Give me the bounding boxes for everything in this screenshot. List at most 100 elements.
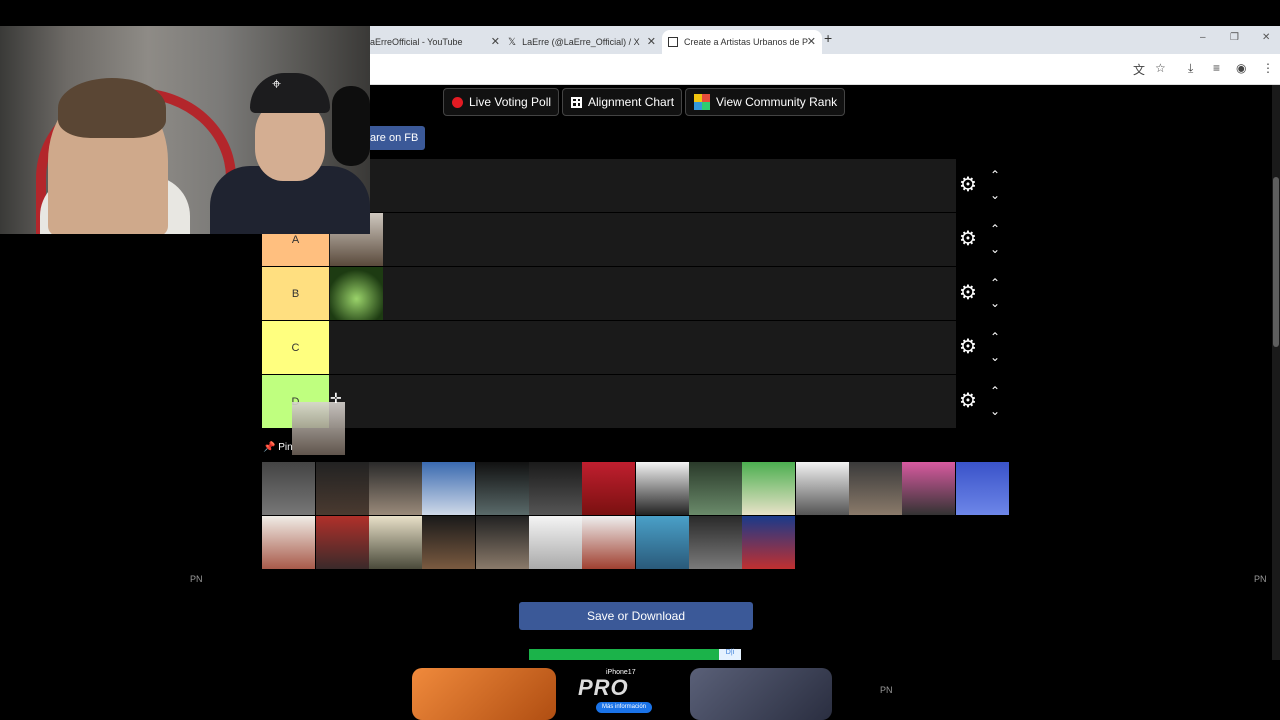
pn-label-ad: PN: [880, 685, 893, 695]
grid-icon: [571, 96, 582, 108]
tier-controls: ⚙ ⌃ ⌄: [956, 213, 1010, 266]
new-tab-button[interactable]: +: [824, 30, 832, 46]
tab-title: Create a Artistas Urbanos de P: [684, 37, 809, 47]
pool-thumbnail[interactable]: [849, 462, 902, 515]
view-community-rank-button[interactable]: View Community Rank: [685, 88, 846, 116]
dragged-artist-thumbnail[interactable]: [292, 402, 345, 455]
pool-thumbnail[interactable]: [529, 462, 582, 515]
chevron-up-icon[interactable]: ⌃: [990, 223, 1000, 235]
tier-row-s: ⚙ ⌃ ⌄: [262, 158, 1010, 212]
share-on-fb-button[interactable]: are on FB: [366, 126, 425, 150]
download-icon[interactable]: ⤓: [1188, 61, 1193, 76]
chevron-down-icon[interactable]: ⌄: [990, 405, 1000, 417]
pool-thumbnail[interactable]: [316, 462, 369, 515]
pool-thumbnail[interactable]: [902, 462, 955, 515]
chevron-down-icon[interactable]: ⌄: [990, 243, 1000, 255]
pool-thumbnail[interactable]: [316, 516, 369, 569]
tier-controls: ⚙ ⌃ ⌄: [956, 321, 1010, 374]
ad-banner[interactable]: D|i: [529, 649, 741, 660]
minimize-button[interactable]: –: [1200, 32, 1206, 43]
chevron-down-icon[interactable]: ⌄: [990, 297, 1000, 309]
pool-thumbnail[interactable]: [369, 516, 422, 569]
ad-more-info-button[interactable]: Más información: [596, 702, 652, 713]
pool-thumbnail[interactable]: [369, 462, 422, 515]
gear-icon[interactable]: ⚙: [959, 175, 977, 195]
move-cursor-icon: ✛: [330, 390, 342, 406]
pool-thumbnail[interactable]: [796, 462, 849, 515]
colorful-grid-icon: [694, 94, 710, 110]
pool-thumbnail[interactable]: [956, 462, 1009, 515]
pin-toggle[interactable]: 📌 Pin: [263, 442, 293, 453]
ad-choices-badge[interactable]: D|i: [719, 649, 741, 660]
reading-list-icon[interactable]: ≡: [1213, 61, 1220, 75]
webcam-overlay: ⌖: [0, 26, 370, 234]
tier-label[interactable]: B: [262, 267, 329, 320]
pool-thumbnail[interactable]: [742, 462, 795, 515]
tier-controls: ⚙ ⌃ ⌄: [956, 375, 1010, 428]
person-right-face: [255, 101, 325, 181]
mouse-cursor-icon: ⌖: [272, 76, 282, 93]
pool-thumbnail[interactable]: [636, 462, 689, 515]
chevron-up-icon[interactable]: ⌃: [990, 385, 1000, 397]
pn-label-left: PN: [190, 574, 203, 584]
microphone-image: [332, 86, 370, 166]
save-or-download-button[interactable]: Save or Download: [519, 602, 753, 630]
close-window-button[interactable]: ✕: [1262, 32, 1270, 43]
tab-title: aErreOfficial - YouTube: [370, 37, 463, 47]
tab-x[interactable]: 𝕏 LaErre (@LaErre_Official) / X ✕: [508, 30, 656, 54]
pool-thumbnail[interactable]: [262, 462, 315, 515]
pool-thumbnail[interactable]: [422, 462, 475, 515]
pool-thumbnail[interactable]: [689, 516, 742, 569]
artist-thumbnail[interactable]: [330, 267, 383, 320]
chevron-up-icon[interactable]: ⌃: [990, 277, 1000, 289]
pool-thumbnail[interactable]: [529, 516, 582, 569]
tier-row-a: A ⚙ ⌃ ⌄: [262, 212, 1010, 266]
alignment-chart-button[interactable]: Alignment Chart: [562, 88, 683, 116]
button-label: View Community Rank: [716, 95, 838, 109]
gear-icon[interactable]: ⚙: [959, 391, 977, 411]
pool-thumbnail[interactable]: [742, 516, 795, 569]
chevron-down-icon[interactable]: ⌄: [990, 189, 1000, 201]
gear-icon[interactable]: ⚙: [959, 337, 977, 357]
menu-icon[interactable]: ⋮: [1262, 61, 1274, 75]
chevron-down-icon[interactable]: ⌄: [990, 351, 1000, 363]
pool-thumbnail[interactable]: [422, 516, 475, 569]
scrollbar[interactable]: [1272, 85, 1280, 660]
close-tab-icon[interactable]: ✕: [647, 35, 656, 48]
profile-icon[interactable]: ◉: [1236, 61, 1246, 75]
record-dot-icon: [452, 96, 463, 108]
pn-label-right: PN: [1254, 574, 1267, 584]
tiermaker-icon: [668, 37, 678, 47]
tier-label[interactable]: C: [262, 321, 329, 374]
tier-row-c: C ⚙ ⌃ ⌄: [262, 320, 1010, 374]
pool-thumbnail[interactable]: [582, 462, 635, 515]
tab-youtube[interactable]: aErreOfficial - YouTube ✕: [370, 30, 500, 54]
tier-controls: ⚙ ⌃ ⌄: [956, 267, 1010, 320]
chevron-up-icon[interactable]: ⌃: [990, 169, 1000, 181]
ad-headline: PRO: [578, 675, 629, 700]
orange-phone-image: [412, 668, 556, 720]
close-tab-icon[interactable]: ✕: [807, 35, 816, 48]
tier-controls: ⚙ ⌃ ⌄: [956, 159, 1010, 212]
pool-thumbnail[interactable]: [476, 462, 529, 515]
pool-thumbnail[interactable]: [636, 516, 689, 569]
button-label: Live Voting Poll: [469, 95, 552, 109]
chevron-up-icon[interactable]: ⌃: [990, 331, 1000, 343]
tier-row-b: B ⚙ ⌃ ⌄: [262, 266, 1010, 320]
pool-thumbnail[interactable]: [582, 516, 635, 569]
close-tab-icon[interactable]: ✕: [491, 35, 500, 48]
gear-icon[interactable]: ⚙: [959, 283, 977, 303]
translate-icon[interactable]: 文: [1133, 61, 1145, 78]
star-icon[interactable]: ☆: [1155, 61, 1166, 75]
tab-tiermaker[interactable]: Create a Artistas Urbanos de P ✕: [662, 30, 822, 54]
tab-title: LaErre (@LaErre_Official) / X: [522, 37, 640, 47]
gear-icon[interactable]: ⚙: [959, 229, 977, 249]
pool-thumbnail[interactable]: [476, 516, 529, 569]
scrollbar-thumb[interactable]: [1273, 177, 1279, 347]
live-voting-poll-button[interactable]: Live Voting Poll: [443, 88, 560, 116]
restore-button[interactable]: ❐: [1230, 32, 1239, 43]
button-label: Alignment Chart: [588, 95, 675, 109]
pool-thumbnail[interactable]: [262, 516, 315, 569]
pin-label: Pin: [278, 442, 293, 453]
pool-thumbnail[interactable]: [689, 462, 742, 515]
